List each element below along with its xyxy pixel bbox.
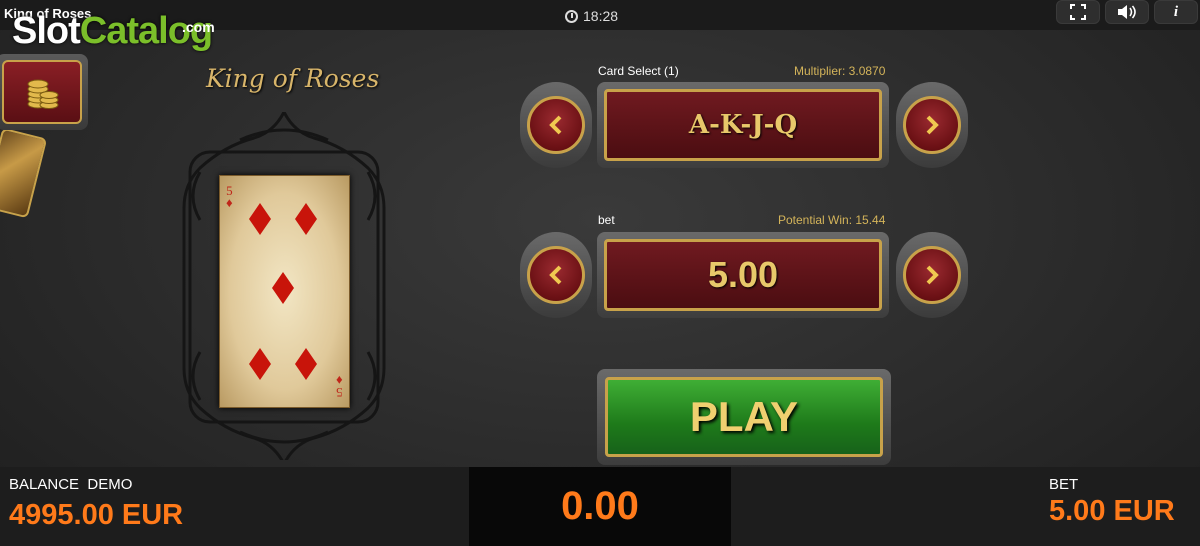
card-suit-top: ♦ (226, 195, 233, 210)
coins-icon (27, 79, 59, 109)
chevron-left-icon (549, 115, 562, 135)
game-logo: King of Roses (206, 64, 380, 93)
bottom-bar: BALANCE DEMO 4995.00 EUR 0.00 BET 5.00 E… (0, 467, 1200, 546)
play-button[interactable]: PLAY (597, 369, 891, 465)
fullscreen-button[interactable] (1056, 0, 1100, 24)
bet-footer-label: BET (1049, 476, 1079, 493)
diamond-pip-icon (249, 203, 271, 235)
card-select-prev-button[interactable] (520, 82, 592, 168)
play-label: PLAY (605, 377, 883, 457)
watermark-part1: Slot (12, 10, 81, 52)
bet-value: 5.00 (604, 239, 882, 311)
bet-footer-value: 5.00 EUR (1049, 495, 1175, 527)
bet-panel: 5.00 (597, 232, 889, 318)
card-select-next-button[interactable] (896, 82, 968, 168)
card-suit-bottom: ♦ (336, 373, 343, 388)
info-icon: i (1173, 3, 1179, 20)
potential-win-text: Potential Win: 15.44 (778, 213, 886, 227)
chevron-right-icon (926, 115, 939, 135)
coins-button[interactable] (0, 54, 88, 130)
diamond-pip-icon (249, 348, 271, 380)
bet-increase-button[interactable] (896, 232, 968, 318)
card-corner-bottom: 5 ♦ (336, 373, 343, 400)
multiplier-text: Multiplier: 3.0870 (794, 64, 886, 78)
sound-button[interactable] (1105, 0, 1149, 24)
chevron-right-icon (926, 265, 939, 285)
card-deck-image (0, 127, 48, 219)
balance-label: BALANCE DEMO (9, 476, 133, 493)
diamond-pip-icon (272, 272, 294, 304)
card-corner-top: 5 ♦ (226, 184, 233, 210)
balance-value: 4995.00 EUR (9, 499, 184, 531)
diamond-pip-icon (295, 348, 317, 380)
clock-icon (565, 9, 578, 23)
watermark-suffix: .com (182, 19, 215, 35)
info-button[interactable]: i (1154, 0, 1198, 24)
playing-card: 5 ♦ 5 ♦ (219, 175, 350, 408)
bet-decrease-button[interactable] (520, 232, 592, 318)
watermark-logo: SlotCatalog .com (12, 10, 215, 52)
win-display: 0.00 (469, 467, 731, 546)
fullscreen-icon (1070, 4, 1086, 20)
bet-label: bet (598, 213, 615, 227)
card-select-label: Card Select (1) (598, 64, 679, 78)
card-select-value: A-K-J-Q (604, 89, 882, 161)
card-select-panel: A-K-J-Q (597, 82, 889, 168)
chevron-left-icon (549, 265, 562, 285)
clock-time: 18:28 (583, 8, 619, 24)
speaker-icon (1118, 5, 1136, 19)
clock: 18:28 (565, 8, 618, 24)
diamond-pip-icon (295, 203, 317, 235)
